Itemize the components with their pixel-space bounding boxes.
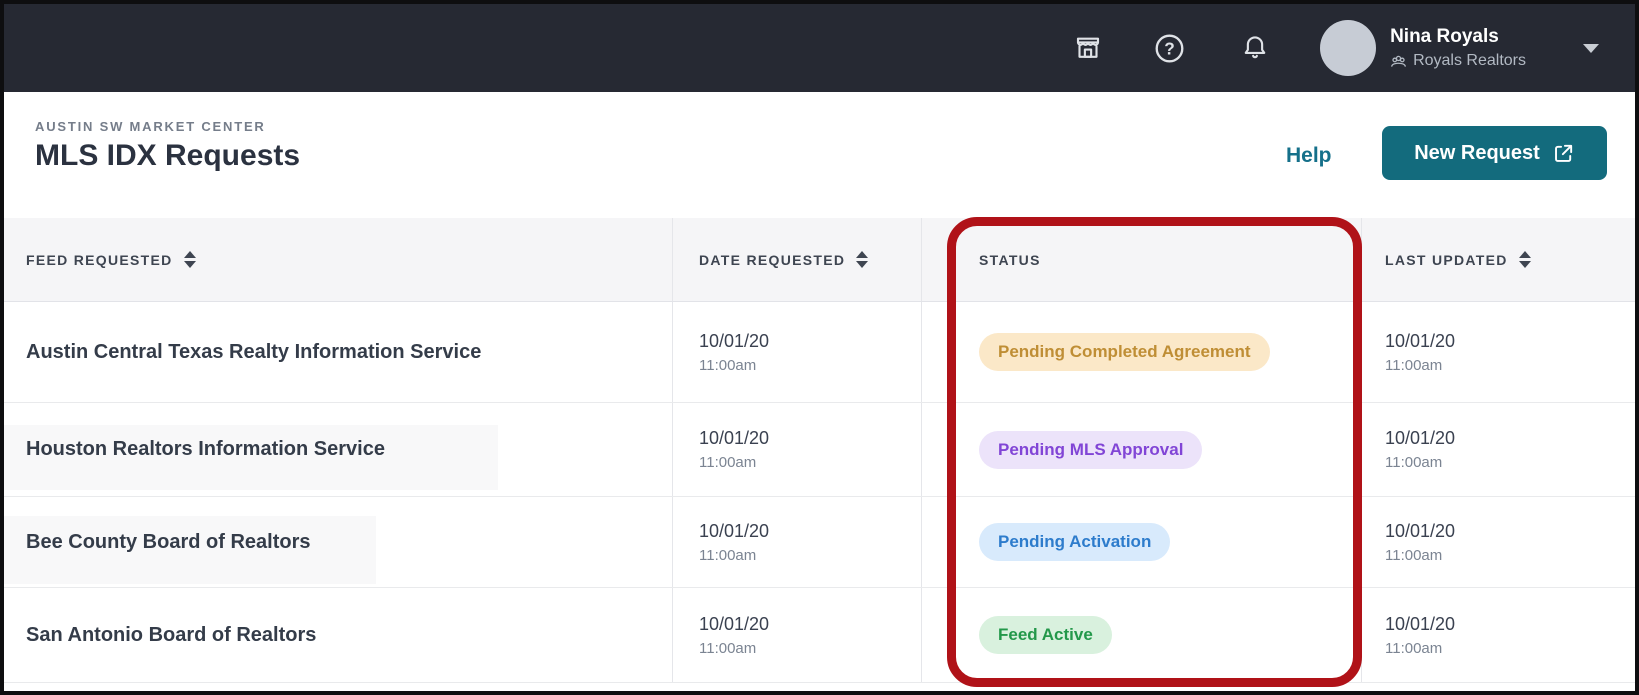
status-badge: Pending MLS Approval: [979, 430, 1203, 469]
date-updated: 10/01/20: [1385, 428, 1456, 448]
cell-last-updated: 10/01/20 11:00am: [1362, 588, 1635, 682]
chevron-down-icon[interactable]: [1583, 43, 1599, 53]
sort-icon[interactable]: [183, 251, 196, 268]
svg-text:?: ?: [1164, 38, 1175, 58]
cell-date-requested: 10/01/20 11:00am: [673, 302, 922, 402]
feed-name: Austin Central Texas Realty Information …: [26, 340, 482, 363]
time-requested: 11:00am: [699, 356, 757, 374]
column-header-last-updated[interactable]: LAST UPDATED: [1362, 218, 1635, 301]
time-updated: 11:00am: [1385, 454, 1443, 471]
date-requested: 10/01/20: [699, 613, 770, 634]
time-requested: 11:00am: [699, 454, 757, 471]
column-header-feed-requested[interactable]: FEED REQUESTED: [4, 218, 673, 301]
page-header: AUSTIN SW MARKET CENTER MLS IDX Requests…: [4, 92, 1635, 218]
user-org-line: Royals Realtors: [1390, 52, 1526, 70]
date-requested: 10/01/20: [699, 520, 770, 541]
top-nav-bar: ? Nina Royals Royals Realtors: [4, 4, 1635, 92]
cell-last-updated: 10/01/20 11:00am: [1362, 403, 1635, 496]
date-requested: 10/01/20: [699, 330, 770, 351]
cell-date-requested: 10/01/20 11:00am: [673, 403, 922, 496]
time-requested: 11:00am: [699, 546, 757, 564]
sort-icon[interactable]: [856, 251, 869, 268]
date-updated: 10/01/20: [1385, 330, 1456, 351]
cell-date-requested: 10/01/20 11:00am: [673, 497, 922, 587]
date-updated: 10/01/20: [1385, 613, 1456, 634]
team-icon: [1391, 55, 1406, 67]
time-updated: 11:00am: [1385, 639, 1443, 657]
table-row[interactable]: Austin Central Texas Realty Information …: [4, 302, 1635, 403]
cell-last-updated: 10/01/20 11:00am: [1362, 497, 1635, 587]
marketplace-icon[interactable]: [1073, 33, 1103, 63]
table-header-row: FEED REQUESTED DATE REQUESTED STATUS LAS…: [4, 218, 1635, 302]
column-header-status: STATUS: [922, 218, 1362, 301]
feed-name: Bee County Board of Realtors: [26, 530, 311, 553]
status-badge: Pending Completed Agreement: [979, 333, 1270, 371]
page-title: MLS IDX Requests: [35, 139, 301, 172]
column-label: DATE REQUESTED: [699, 251, 846, 268]
user-name: Nina Royals: [1390, 26, 1499, 47]
time-requested: 11:00am: [699, 639, 757, 657]
date-requested: 10/01/20: [699, 428, 770, 448]
cell-last-updated: 10/01/20 11:00am: [1362, 302, 1635, 402]
table-body: Austin Central Texas Realty Information …: [4, 302, 1635, 683]
breadcrumb-market-center: AUSTIN SW MARKET CENTER: [35, 119, 266, 134]
date-updated: 10/01/20: [1385, 520, 1456, 541]
external-link-icon: [1554, 144, 1572, 162]
table-row[interactable]: Houston Realtors Information Service 10/…: [4, 403, 1635, 497]
new-request-button[interactable]: New Request: [1382, 126, 1607, 180]
user-organization: Royals Realtors: [1413, 52, 1526, 69]
notifications-bell-icon[interactable]: [1240, 33, 1270, 63]
cell-feed-requested: Austin Central Texas Realty Information …: [4, 302, 673, 402]
feed-name: Houston Realtors Information Service: [26, 438, 385, 460]
cell-status: Feed Active: [922, 588, 1362, 682]
cell-feed-requested: Bee County Board of Realtors: [4, 497, 673, 587]
user-menu[interactable]: Nina Royals Royals Realtors: [1390, 26, 1526, 70]
column-header-date-requested[interactable]: DATE REQUESTED: [673, 218, 922, 301]
column-label: FEED REQUESTED: [26, 251, 173, 268]
cell-feed-requested: Houston Realtors Information Service: [4, 403, 673, 496]
status-badge: Feed Active: [979, 616, 1112, 654]
new-request-label: New Request: [1414, 141, 1540, 164]
cell-feed-requested: San Antonio Board of Realtors: [4, 588, 673, 682]
app-window: ? Nina Royals Royals Realtors AUSTIN SW …: [0, 0, 1639, 695]
status-badge: Pending Activation: [979, 523, 1171, 561]
cell-date-requested: 10/01/20 11:00am: [673, 588, 922, 682]
help-icon[interactable]: ?: [1153, 32, 1186, 65]
table-row[interactable]: San Antonio Board of Realtors 10/01/20 1…: [4, 588, 1635, 683]
cell-status: Pending Completed Agreement: [922, 302, 1362, 402]
feed-name: San Antonio Board of Realtors: [26, 623, 317, 646]
user-avatar[interactable]: [1320, 20, 1377, 76]
column-label: LAST UPDATED: [1385, 251, 1508, 268]
cell-status: Pending MLS Approval: [922, 403, 1362, 496]
cell-status: Pending Activation: [922, 497, 1362, 587]
time-updated: 11:00am: [1385, 546, 1443, 564]
help-link[interactable]: Help: [1286, 144, 1332, 168]
time-updated: 11:00am: [1385, 356, 1443, 374]
column-label: STATUS: [979, 251, 1041, 268]
sort-icon[interactable]: [1518, 251, 1531, 268]
table-row[interactable]: Bee County Board of Realtors 10/01/20 11…: [4, 497, 1635, 588]
